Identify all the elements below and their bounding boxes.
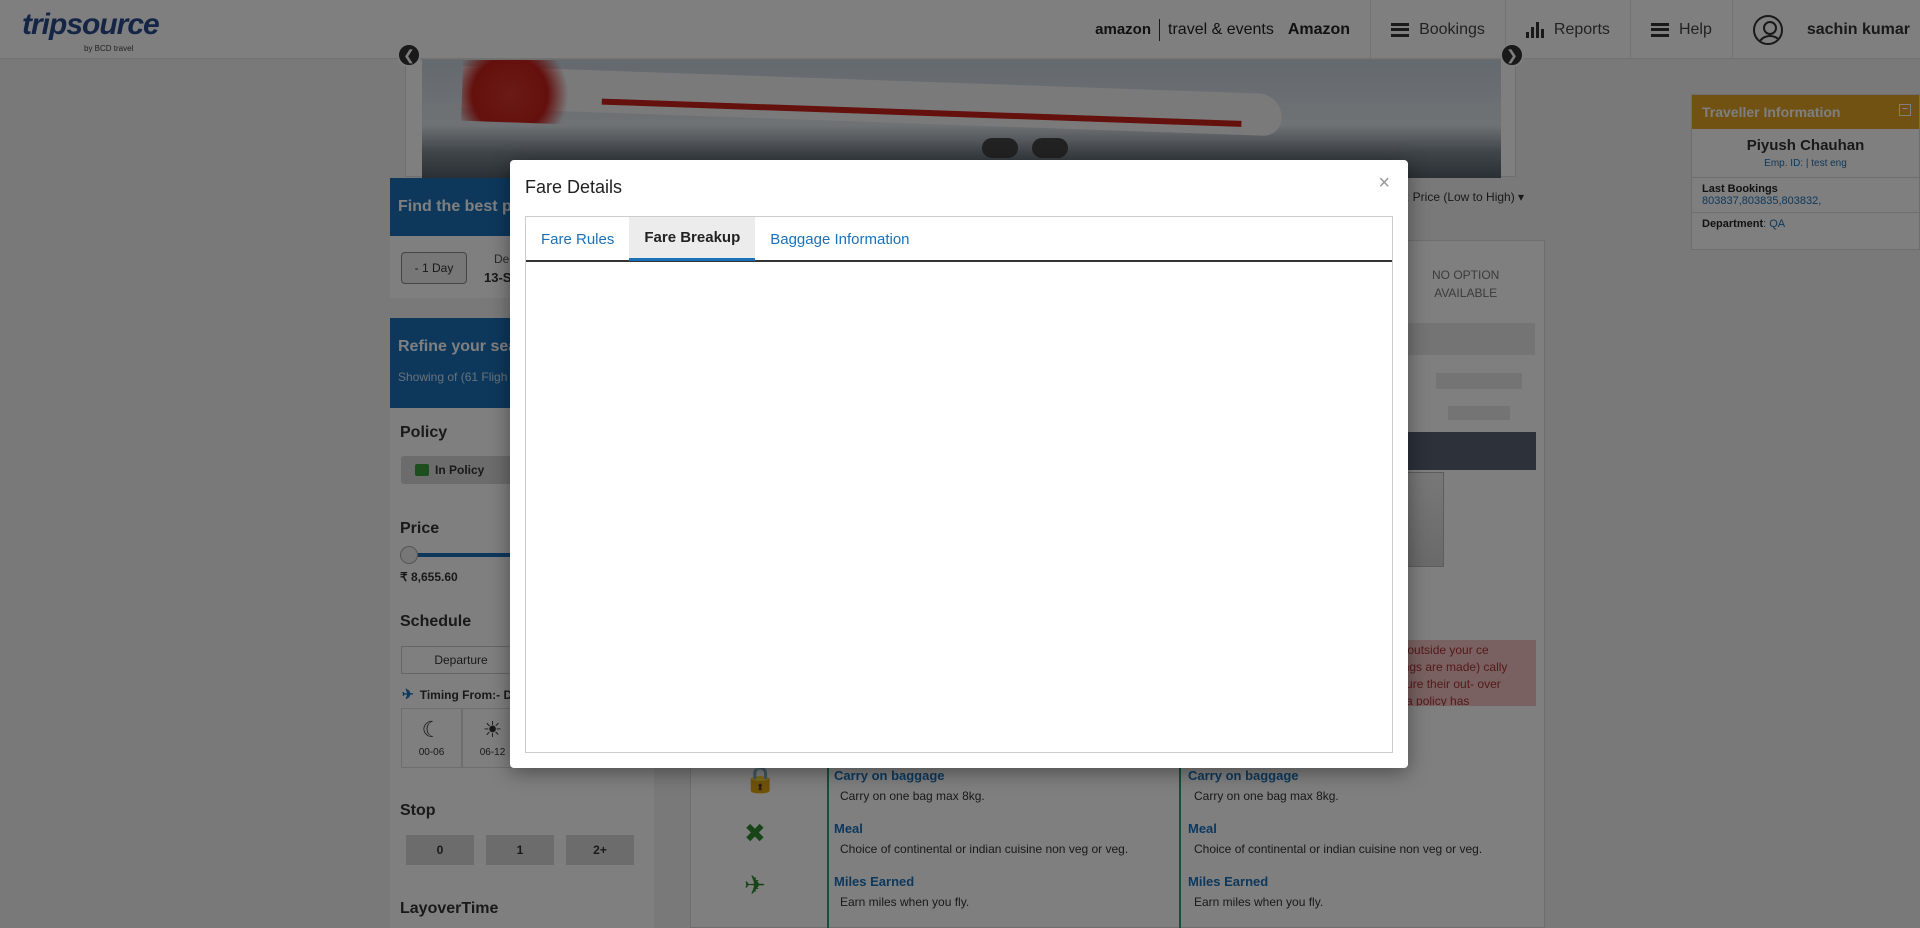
modal-title: Fare Details: [525, 177, 623, 197]
close-icon[interactable]: ×: [1378, 173, 1390, 193]
tab-fare-rules[interactable]: Fare Rules: [526, 217, 629, 261]
modal-tab-panel: Fare Rules Fare Breakup Baggage Informat…: [525, 216, 1393, 753]
fare-details-modal: Fare Details × Fare Rules Fare Breakup B…: [510, 160, 1408, 768]
tab-baggage-information[interactable]: Baggage Information: [755, 217, 924, 261]
tab-fare-breakup[interactable]: Fare Breakup: [629, 217, 756, 261]
fare-tabs: Fare Rules Fare Breakup Baggage Informat…: [526, 217, 1392, 262]
